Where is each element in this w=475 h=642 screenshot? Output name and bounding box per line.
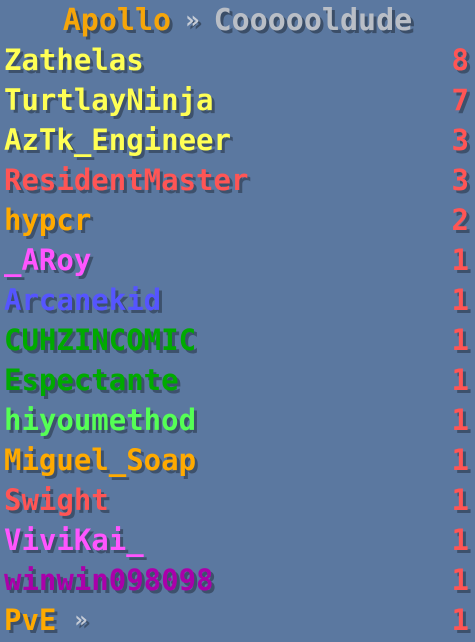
player-name: Espectante bbox=[4, 363, 179, 397]
score-value: 1 bbox=[451, 403, 469, 437]
player-entry: Arcanekid bbox=[4, 283, 161, 317]
list-item: ViviKai_ 1 bbox=[0, 520, 475, 560]
score-value: 3 bbox=[451, 163, 469, 197]
player-name: Swight bbox=[4, 483, 109, 517]
list-item: TurtlayNinja 7 bbox=[0, 80, 475, 120]
player-name: PvE bbox=[4, 603, 57, 637]
list-item: _ARoy 1 bbox=[0, 240, 475, 280]
score-value: 1 bbox=[451, 563, 469, 597]
player-entry: ResidentMaster bbox=[4, 163, 248, 197]
score-value: 2 bbox=[451, 203, 469, 237]
player-entry: hiyoumethod bbox=[4, 403, 196, 437]
list-item: Swight 1 bbox=[0, 480, 475, 520]
list-item: hiyoumethod 1 bbox=[0, 400, 475, 440]
player-entry: hypcr bbox=[4, 203, 91, 237]
player-entry: Miguel_Soap bbox=[4, 443, 196, 477]
player-name: AzTk_Engineer bbox=[4, 123, 231, 157]
player-entry: Espectante bbox=[4, 363, 179, 397]
separator-arrows: » bbox=[74, 607, 88, 633]
player-name: Arcanekid bbox=[4, 283, 162, 317]
score-value: 8 bbox=[451, 43, 469, 77]
score-value: 1 bbox=[451, 323, 469, 357]
score-value: 3 bbox=[451, 123, 469, 157]
player-entry: _ARoy bbox=[4, 243, 91, 277]
player-name: Coooooldude bbox=[213, 2, 413, 38]
list-item: Arcanekid 1 bbox=[0, 280, 475, 320]
scoreboard: Apollo » Coooooldude Zathelas 8 TurtlayNin… bbox=[0, 0, 475, 642]
list-item: PvE » 1 bbox=[0, 600, 475, 640]
list-item: Miguel_Soap 1 bbox=[0, 440, 475, 480]
player-name: hiyoumethod bbox=[4, 403, 197, 437]
score-value: 1 bbox=[451, 243, 469, 277]
score-value: 1 bbox=[451, 523, 469, 557]
player-entry: PvE » bbox=[4, 603, 88, 637]
score-value: 1 bbox=[451, 283, 469, 317]
list-item: Espectante 1 bbox=[0, 360, 475, 400]
player-name: TurtlayNinja bbox=[4, 83, 214, 117]
player-entry: winwin098098 bbox=[4, 563, 214, 597]
player-name: Zathelas bbox=[4, 43, 144, 77]
player-entry: Swight bbox=[4, 483, 109, 517]
player-name: ViviKai_ bbox=[4, 523, 144, 557]
score-value: 1 bbox=[451, 603, 469, 637]
list-item: winwin098098 1 bbox=[0, 560, 475, 600]
player-name: _ARoy bbox=[4, 243, 92, 277]
player-entry: TurtlayNinja bbox=[4, 83, 214, 117]
score-value: 1 bbox=[451, 363, 469, 397]
scoreboard-header: Apollo » Coooooldude bbox=[0, 0, 475, 40]
player-name: ResidentMaster bbox=[4, 163, 249, 197]
score-value: 7 bbox=[451, 83, 469, 117]
player-entry: AzTk_Engineer bbox=[4, 123, 231, 157]
player-name: Miguel_Soap bbox=[4, 443, 197, 477]
player-name: CUHZINCOMIC bbox=[4, 323, 197, 357]
score-value: 1 bbox=[451, 483, 469, 517]
list-item: ResidentMaster 3 bbox=[0, 160, 475, 200]
score-value: 1 bbox=[451, 443, 469, 477]
player-list: Zathelas 8 TurtlayNinja 7 AzTk_Engineer 3 Resi… bbox=[0, 40, 475, 640]
player-entry: ViviKai_ bbox=[4, 523, 144, 557]
player-entry: CUHZINCOMIC bbox=[4, 323, 196, 357]
list-item: hypcr 2 bbox=[0, 200, 475, 240]
player-name: hypcr bbox=[4, 203, 92, 237]
list-item: CUHZINCOMIC 1 bbox=[0, 320, 475, 360]
player-name: winwin098098 bbox=[4, 563, 214, 597]
player-entry: Zathelas bbox=[4, 43, 144, 77]
team-name: Apollo bbox=[62, 2, 172, 38]
list-item: AzTk_Engineer 3 bbox=[0, 120, 475, 160]
separator-arrows: » bbox=[185, 6, 200, 34]
list-item: Zathelas 8 bbox=[0, 40, 475, 80]
